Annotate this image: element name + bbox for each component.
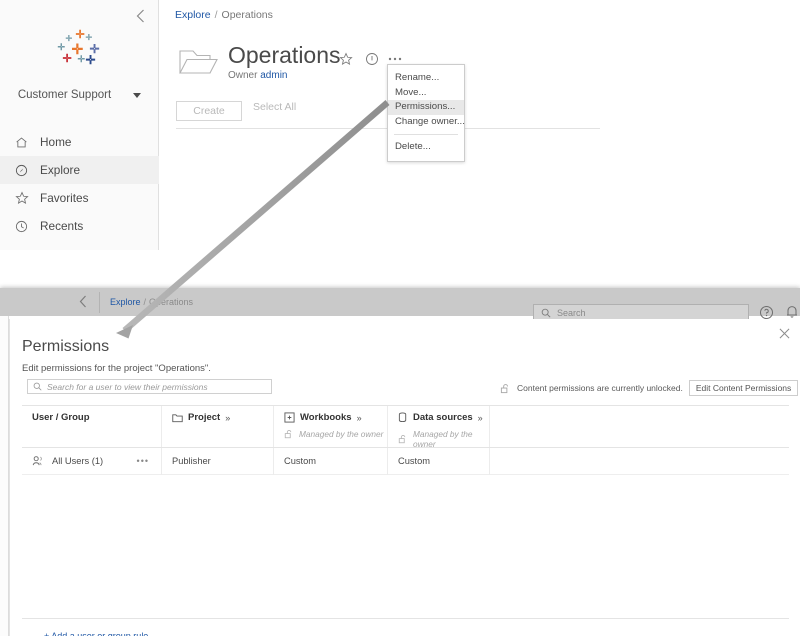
owner-name[interactable]: admin <box>260 70 287 81</box>
add-user-or-group-rule-link[interactable]: + Add a user or group rule <box>22 631 148 636</box>
search-icon <box>33 382 42 391</box>
sidebar-item-home[interactable]: Home <box>0 128 159 156</box>
page-title: Operations <box>228 42 341 68</box>
sidebar-item-explore[interactable]: Explore <box>0 156 159 184</box>
column-label: User / Group <box>32 412 90 423</box>
column-label: Workbooks <box>300 412 352 423</box>
breadcrumb-explore[interactable]: Explore <box>110 297 141 307</box>
menu-item-delete[interactable]: Delete... <box>388 140 464 155</box>
unlock-icon <box>500 383 511 394</box>
breadcrumb-current: Operations <box>221 9 273 21</box>
sidebar: ✛ ✛ ✛ ✛ ✛ ✛ ✛ ✛ ✛ Customer Support Home … <box>0 0 159 250</box>
chevron-left-icon[interactable] <box>129 5 151 27</box>
unlock-icon <box>284 429 294 439</box>
ellipsis-icon[interactable]: ••• <box>137 456 161 466</box>
expand-icon[interactable]: » <box>478 413 483 423</box>
permissions-window: Explore / Operations Search Permissions Ed… <box>0 288 800 636</box>
screenshot-root: ✛ ✛ ✛ ✛ ✛ ✛ ✛ ✛ ✛ Customer Support Home … <box>0 0 800 636</box>
star-outline-icon[interactable] <box>337 50 355 68</box>
dialog-subtitle: Edit permissions for the project "Operat… <box>22 363 211 374</box>
sidebar-item-label: Home <box>40 135 72 149</box>
owner-label: Owner <box>228 70 258 81</box>
user-search-input[interactable]: Search for a user to view their permissi… <box>27 379 272 394</box>
cell-user-group: All Users (1) ••• <box>22 447 162 475</box>
workbook-icon <box>284 412 295 423</box>
column-data-sources: Data sources » Managed by the owner <box>388 406 490 449</box>
caret-down-icon <box>133 92 142 98</box>
home-icon <box>14 135 29 150</box>
content-permissions-text: Content permissions are currently unlock… <box>517 383 683 393</box>
column-project: Project » <box>162 406 274 447</box>
breadcrumb: Explore / Operations <box>175 9 273 21</box>
collapsed-sidebar <box>0 316 9 636</box>
menu-item-move[interactable]: Move... <box>388 86 464 101</box>
site-name: Customer Support <box>17 89 112 101</box>
edit-content-permissions-button[interactable]: Edit Content Permissions <box>688 380 799 396</box>
column-workbooks: Workbooks » Managed by the owner <box>274 406 388 447</box>
table-row[interactable]: All Users (1) ••• Publisher Custom Custo… <box>22 447 789 475</box>
unlock-icon <box>398 434 408 444</box>
breadcrumb-current: Operations <box>149 297 194 307</box>
content-permissions-status: Content permissions are currently unlock… <box>500 380 799 396</box>
search-icon <box>541 308 551 318</box>
cell-data-sources: Custom <box>388 447 490 475</box>
toolbar-divider <box>99 292 100 313</box>
cell-project: Publisher <box>162 447 274 475</box>
column-subtext: Managed by the owner <box>413 429 473 449</box>
breadcrumb: Explore / Operations <box>110 297 193 307</box>
sidebar-item-label: Recents <box>40 219 84 233</box>
help-circle-icon[interactable] <box>759 305 774 320</box>
dialog-title: Permissions <box>22 338 110 355</box>
cell-workbooks: Custom <box>274 447 388 475</box>
sidebar-item-label: Explore <box>40 163 80 177</box>
column-label: Project <box>188 412 221 423</box>
context-menu: Rename... Move... Permissions... Change … <box>387 64 465 162</box>
database-icon <box>398 412 408 423</box>
user-search-placeholder: Search for a user to view their permissi… <box>47 381 208 392</box>
close-icon[interactable] <box>777 326 791 340</box>
table-header-row: User / Group Project » Workbooks » Manag… <box>22 405 789 449</box>
cell-spacer <box>490 448 789 475</box>
group-icon <box>32 455 45 467</box>
owner-info: Owner admin <box>228 70 287 81</box>
bell-icon[interactable] <box>785 304 799 320</box>
breadcrumb-explore[interactable]: Explore <box>175 9 211 21</box>
menu-item-change-owner[interactable]: Change owner... <box>388 115 465 130</box>
column-subtext: Managed by the owner <box>299 429 384 439</box>
column-user-group: User / Group <box>22 406 162 447</box>
column-spacer <box>490 406 789 447</box>
search-placeholder: Search <box>557 307 586 318</box>
star-icon <box>14 191 29 206</box>
sidebar-item-label: Favorites <box>40 191 89 205</box>
group-name: All Users (1) <box>52 456 104 466</box>
chevron-left-icon[interactable] <box>79 295 87 308</box>
permissions-table: User / Group Project » Workbooks » Manag… <box>22 405 789 475</box>
menu-item-rename[interactable]: Rename... <box>388 71 464 86</box>
menu-divider <box>394 134 458 135</box>
site-picker[interactable]: Customer Support <box>0 82 159 108</box>
create-button[interactable]: Create <box>176 101 242 121</box>
folder-icon <box>178 46 220 80</box>
compass-icon <box>14 163 29 178</box>
column-label: Data sources <box>413 412 473 423</box>
sidebar-item-favorites[interactable]: Favorites <box>0 184 159 212</box>
folder-icon <box>172 413 183 423</box>
dialog-footer: + Add a user or group rule <box>22 618 789 636</box>
menu-item-permissions[interactable]: Permissions... <box>388 100 464 115</box>
breadcrumb-separator: / <box>143 297 147 307</box>
info-circle-icon[interactable] <box>363 50 381 68</box>
explore-window: ✛ ✛ ✛ ✛ ✛ ✛ ✛ ✛ ✛ Customer Support Home … <box>0 0 800 290</box>
select-all-button[interactable]: Select All <box>253 101 296 113</box>
expand-icon[interactable]: » <box>225 413 230 423</box>
breadcrumb-separator: / <box>214 9 218 21</box>
sidebar-nav: Home Explore Favorites Recents <box>0 128 159 240</box>
sidebar-item-recents[interactable]: Recents <box>0 212 159 240</box>
clock-icon <box>14 219 29 234</box>
tableau-logo: ✛ ✛ ✛ ✛ ✛ ✛ ✛ ✛ ✛ <box>57 29 100 67</box>
permissions-dialog: Permissions Edit permissions for the pro… <box>9 319 800 636</box>
expand-icon[interactable]: » <box>357 413 362 423</box>
